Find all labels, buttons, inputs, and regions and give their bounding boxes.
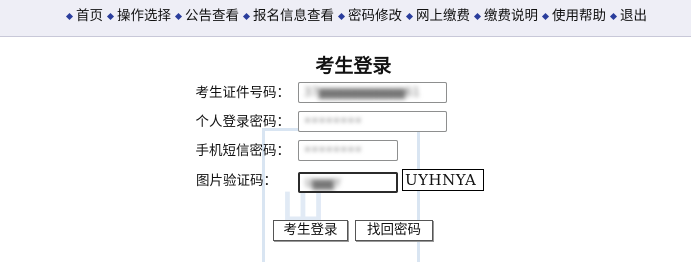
nav-item-logout[interactable]: 退出 <box>609 8 647 24</box>
diamond-bullet-icon <box>65 12 74 20</box>
nav-item-label: 缴费说明 <box>484 8 538 24</box>
nav-item-change-password[interactable]: 密码修改 <box>337 8 402 24</box>
recover-password-button[interactable]: 找回密码 <box>355 220 433 241</box>
nav-item-home[interactable]: 首页 <box>65 8 103 24</box>
sms-code-label: 手机短信密码： <box>195 143 291 159</box>
nav-item-help[interactable]: 使用帮助 <box>541 8 606 24</box>
nav-item-announcements[interactable]: 公告查看 <box>174 8 239 24</box>
password-label: 个人登录密码： <box>195 114 291 130</box>
nav-item-payment-guide[interactable]: 缴费说明 <box>473 8 538 24</box>
top-navigation-bar: 首页 操作选择 公告查看 报名信息查看 密码修改 网上缴费 缴费说明 使用帮助 … <box>0 0 691 37</box>
nav-menu: 首页 操作选择 公告查看 报名信息查看 密码修改 网上缴费 缴费说明 使用帮助 … <box>65 8 647 24</box>
diamond-bullet-icon <box>106 12 115 20</box>
password-input[interactable]: •••••••• <box>298 111 447 132</box>
diamond-bullet-icon <box>473 12 482 20</box>
page-title: 考生登录 <box>315 55 392 77</box>
diamond-bullet-icon <box>337 12 346 20</box>
diamond-bullet-icon <box>242 12 251 20</box>
nav-item-operation-select[interactable]: 操作选择 <box>106 8 171 24</box>
password-value: •••••••• <box>304 114 362 128</box>
nav-item-label: 首页 <box>76 8 103 24</box>
sms-code-input[interactable]: •••••••• <box>298 140 398 161</box>
nav-item-label: 公告查看 <box>185 8 239 24</box>
diamond-bullet-icon <box>541 12 550 20</box>
captcha-input-value: U▆▆▆Y <box>305 176 342 190</box>
captcha-input[interactable]: U▆▆▆Y <box>298 172 398 193</box>
nav-item-label: 报名信息查看 <box>253 8 334 24</box>
id-number-label: 考生证件号码： <box>195 85 291 101</box>
nav-item-label: 密码修改 <box>348 8 402 24</box>
diamond-bullet-icon <box>405 12 414 20</box>
nav-item-label: 退出 <box>620 8 647 24</box>
captcha-label: 图片验证码： <box>196 173 277 189</box>
login-button[interactable]: 考生登录 <box>273 220 348 241</box>
nav-item-label: 网上缴费 <box>416 8 470 24</box>
nav-item-label: 操作选择 <box>117 8 171 24</box>
diamond-bullet-icon <box>174 12 183 20</box>
nav-item-registration-info[interactable]: 报名信息查看 <box>242 8 334 24</box>
sms-code-value: •••••••• <box>304 143 362 157</box>
id-number-value: 37▆▆▆▆▆▆▆▆▆▆▆▆61 <box>304 85 420 99</box>
captcha-image[interactable]: UYHNYA <box>402 169 484 191</box>
nav-item-online-payment[interactable]: 网上缴费 <box>405 8 470 24</box>
nav-item-label: 使用帮助 <box>552 8 606 24</box>
id-number-input[interactable]: 37▆▆▆▆▆▆▆▆▆▆▆▆61 <box>298 82 447 103</box>
diamond-bullet-icon <box>609 12 618 20</box>
